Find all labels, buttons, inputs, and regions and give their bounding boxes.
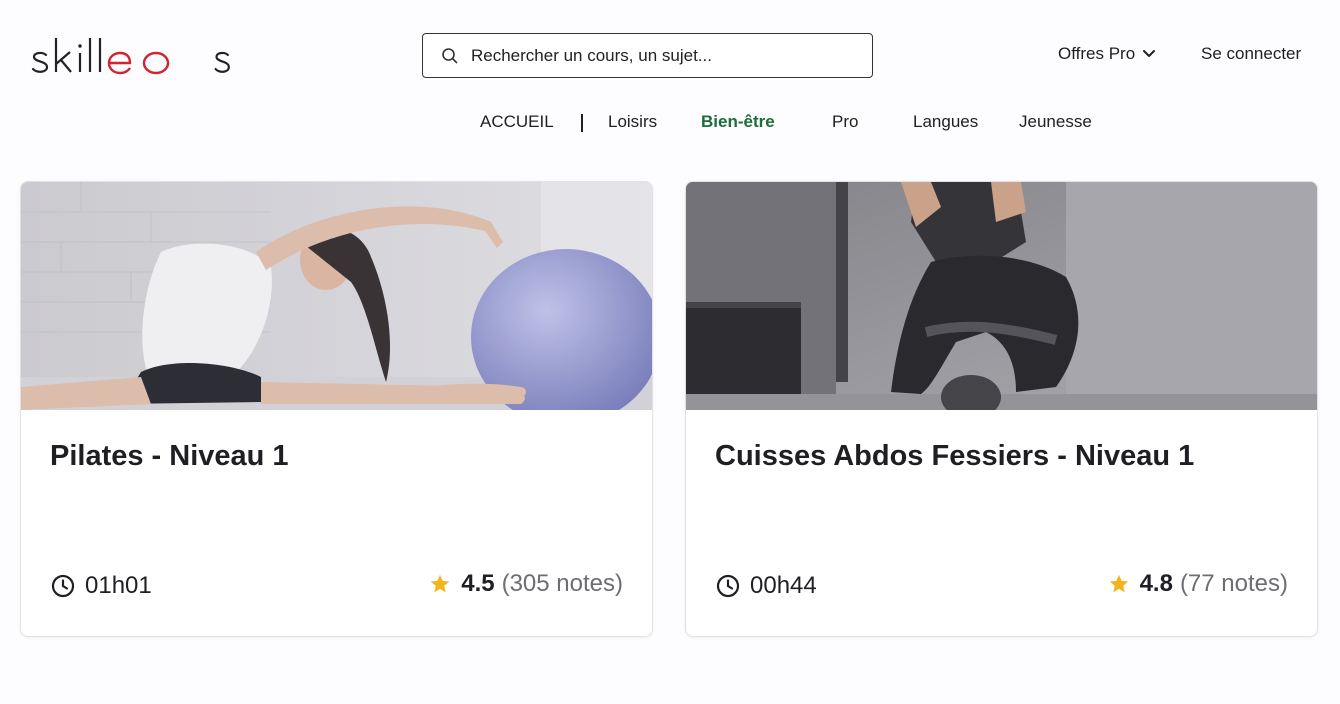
course-card[interactable]: Pilates - Niveau 1 01h01 4.5 (305 notes): [20, 181, 653, 637]
course-duration: 01h01: [51, 572, 152, 600]
nav-item-accueil[interactable]: ACCUEIL: [480, 112, 554, 132]
nav-item-bien-etre[interactable]: Bien-être: [701, 112, 775, 132]
nav-item-pro[interactable]: Pro: [832, 112, 858, 132]
nav-item-loisirs[interactable]: Loisirs: [608, 112, 657, 132]
page: Offres Pro Se connecter ACCUEIL Loisirs …: [0, 0, 1340, 704]
rating-score: 4.5: [461, 570, 495, 597]
course-rating: 4.8 (77 notes): [1108, 570, 1288, 598]
clock-icon: [51, 574, 75, 598]
clock-icon: [716, 574, 740, 598]
course-title[interactable]: Cuisses Abdos Fessiers - Niveau 1: [715, 440, 1194, 473]
search-box[interactable]: [422, 33, 873, 78]
course-rating: 4.5 (305 notes): [429, 570, 623, 598]
search-icon: [441, 47, 459, 65]
nav-divider: [581, 114, 583, 132]
course-duration: 00h44: [716, 572, 817, 600]
course-title[interactable]: Pilates - Niveau 1: [50, 440, 289, 473]
duration-value: 01h01: [85, 572, 152, 599]
rating-count: (77 notes): [1179, 570, 1288, 597]
search-input[interactable]: [471, 45, 851, 66]
rating-count: (305 notes): [501, 570, 623, 597]
skilleos-logo[interactable]: [30, 34, 250, 84]
nav-item-langues[interactable]: Langues: [913, 112, 978, 132]
nav-item-jeunesse[interactable]: Jeunesse: [1019, 112, 1092, 132]
logo-wordmark: [31, 38, 230, 75]
offres-pro-label: Offres Pro: [1058, 44, 1136, 63]
star-icon: [429, 573, 451, 595]
duration-value: 00h44: [750, 572, 817, 599]
login-link[interactable]: Se connecter: [1201, 44, 1301, 64]
star-icon: [1108, 573, 1130, 595]
chevron-down-icon: [1142, 49, 1156, 59]
fitness-photo: [686, 182, 1317, 410]
offres-pro-dropdown[interactable]: Offres Pro: [1058, 44, 1156, 64]
pilates-photo: [21, 182, 652, 410]
rating-score: 4.8: [1139, 570, 1173, 597]
course-card[interactable]: Cuisses Abdos Fessiers - Niveau 1 00h44 …: [685, 181, 1318, 637]
category-nav: ACCUEIL Loisirs Bien-être Pro Langues Je…: [0, 112, 1340, 136]
